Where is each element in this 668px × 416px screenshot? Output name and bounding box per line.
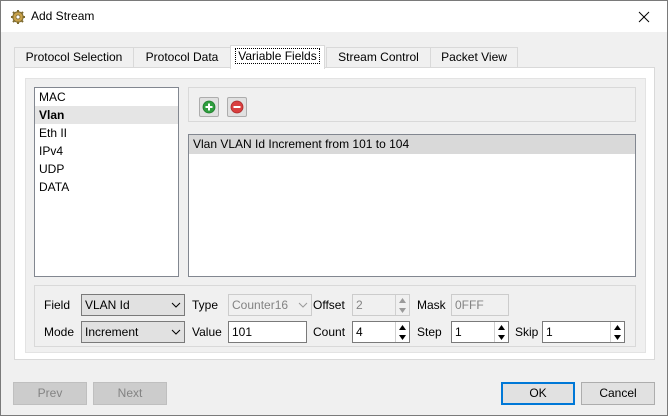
- protocol-item-ipv4[interactable]: IPv4: [35, 142, 178, 160]
- protocol-item-eth2[interactable]: Eth II: [35, 124, 178, 142]
- chevron-up-icon: [399, 324, 406, 330]
- protocol-item-udp[interactable]: UDP: [35, 160, 178, 178]
- tab-protocol-data[interactable]: Protocol Data: [133, 47, 231, 68]
- protocol-item-mac[interactable]: MAC: [35, 88, 178, 106]
- offset-spinbox[interactable]: 2: [352, 294, 410, 316]
- chevron-down-icon: [171, 329, 181, 335]
- mask-field[interactable]: 0FFF: [451, 294, 509, 316]
- chevron-down-icon: [171, 302, 181, 308]
- spin-up-button[interactable]: [611, 322, 624, 332]
- offset-value: 2: [356, 298, 363, 312]
- variable-fields-list: Vlan VLAN Id Increment from 101 to 104: [188, 134, 636, 277]
- tab-label: Variable Fields: [235, 48, 320, 64]
- spin-up-button[interactable]: [495, 322, 508, 332]
- protocol-list: MAC Vlan Eth II IPv4 UDP DATA: [34, 87, 179, 277]
- tab-stream-control[interactable]: Stream Control: [326, 47, 431, 68]
- prev-button[interactable]: Prev: [13, 382, 87, 405]
- ok-button[interactable]: OK: [501, 382, 575, 405]
- remove-icon: [230, 100, 244, 114]
- chevron-down-icon: [399, 307, 406, 313]
- window-title: Add Stream: [31, 9, 95, 23]
- chevron-up-icon: [399, 297, 406, 303]
- chevron-down-icon: [498, 334, 505, 340]
- variable-fields-group: MAC Vlan Eth II IPv4 UDP DATA Vlan VLAN …: [25, 78, 646, 353]
- chevron-down-icon: [298, 302, 308, 308]
- field-combo[interactable]: VLAN Id: [81, 294, 185, 316]
- add-field-button[interactable]: [199, 97, 219, 117]
- close-icon: [638, 11, 650, 22]
- spin-down-button[interactable]: [396, 305, 409, 315]
- spin-buttons: [395, 322, 409, 342]
- count-spinbox[interactable]: 4: [352, 321, 410, 343]
- mode-combo-value: Increment: [85, 325, 139, 339]
- chevron-down-icon: [614, 334, 621, 340]
- variable-fields-panel: MAC Vlan Eth II IPv4 UDP DATA Vlan VLAN …: [14, 67, 655, 360]
- spin-down-button[interactable]: [396, 332, 409, 342]
- variable-field-editor: Field VLAN Id Type Counter16 Offset 2 Ma…: [34, 285, 636, 347]
- chevron-up-icon: [498, 324, 505, 330]
- chevron-up-icon: [614, 324, 621, 330]
- tab-variable-fields[interactable]: Variable Fields: [230, 45, 325, 69]
- tab-packet-view[interactable]: Packet View: [430, 47, 518, 68]
- variable-fields-toolbar: [188, 87, 636, 122]
- value-field[interactable]: 101: [228, 321, 307, 343]
- protocol-item-data[interactable]: DATA: [35, 178, 178, 196]
- spin-buttons: [494, 322, 508, 342]
- value-value: 101: [232, 325, 253, 339]
- skip-label: Skip: [515, 325, 539, 339]
- tab-label: Packet View: [441, 50, 507, 64]
- spin-buttons: [395, 295, 409, 315]
- title-bar: Add Stream: [1, 1, 667, 32]
- type-combo[interactable]: Counter16: [228, 294, 312, 316]
- spin-down-button[interactable]: [611, 332, 624, 342]
- count-value: 4: [356, 325, 363, 339]
- tab-label: Protocol Selection: [25, 50, 123, 64]
- step-label: Step: [417, 325, 442, 339]
- spin-down-button[interactable]: [495, 332, 508, 342]
- mode-label: Mode: [44, 325, 75, 339]
- step-spinbox[interactable]: 1: [451, 321, 509, 343]
- type-label: Type: [192, 298, 219, 312]
- skip-spinbox[interactable]: 1: [542, 321, 625, 343]
- type-combo-value: Counter16: [232, 298, 289, 312]
- mode-combo[interactable]: Increment: [81, 321, 185, 343]
- close-button[interactable]: [621, 1, 667, 32]
- add-icon: [202, 100, 216, 114]
- cancel-button[interactable]: Cancel: [581, 382, 655, 405]
- step-value: 1: [455, 325, 462, 339]
- variable-field-item[interactable]: Vlan VLAN Id Increment from 101 to 104: [189, 135, 635, 154]
- offset-label: Offset: [313, 298, 345, 312]
- field-label: Field: [44, 298, 71, 312]
- tab-label: Stream Control: [338, 50, 419, 64]
- field-combo-value: VLAN Id: [85, 298, 130, 312]
- value-label: Value: [192, 325, 222, 339]
- spin-up-button[interactable]: [396, 295, 409, 305]
- next-button[interactable]: Next: [93, 382, 167, 405]
- mask-value: 0FFF: [455, 298, 484, 312]
- gear-icon: [10, 9, 26, 25]
- remove-field-button[interactable]: [227, 97, 247, 117]
- chevron-down-icon: [399, 334, 406, 340]
- tab-protocol-selection[interactable]: Protocol Selection: [14, 47, 134, 68]
- spin-up-button[interactable]: [396, 322, 409, 332]
- spin-buttons: [610, 322, 624, 342]
- add-stream-dialog: Add Stream Protocol Selection Protocol D…: [0, 0, 668, 416]
- tab-label: Protocol Data: [145, 50, 219, 64]
- protocol-item-vlan[interactable]: Vlan: [35, 106, 178, 124]
- mask-label: Mask: [417, 298, 446, 312]
- skip-value: 1: [546, 325, 553, 339]
- count-label: Count: [313, 325, 346, 339]
